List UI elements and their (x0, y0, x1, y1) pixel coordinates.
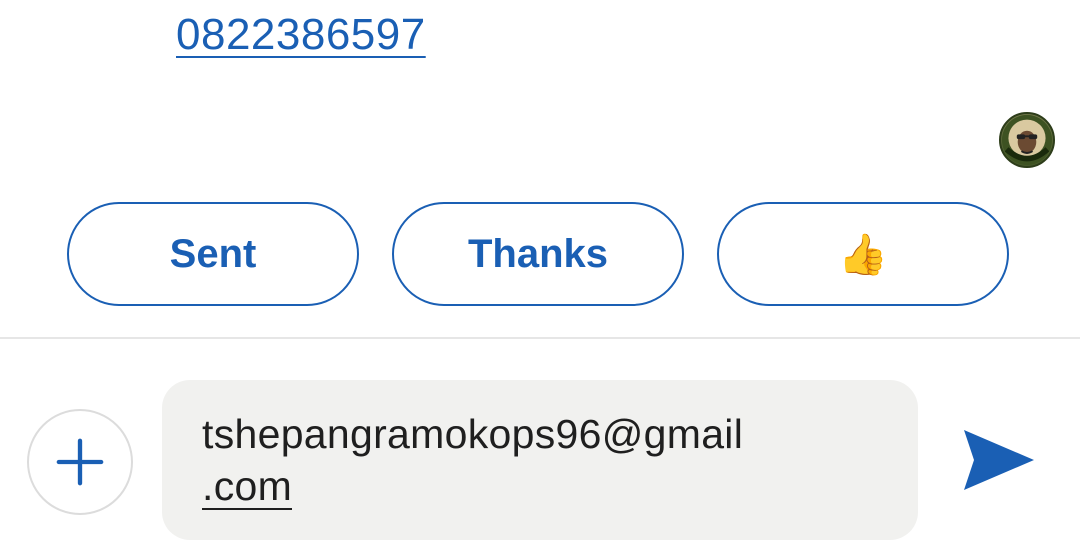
send-icon (964, 430, 1034, 490)
contact-avatar[interactable] (999, 112, 1055, 168)
quick-reply-label: Sent (169, 231, 257, 276)
phone-number-link[interactable]: 0822386597 (176, 10, 426, 60)
plus-icon (56, 438, 104, 486)
message-text-line2: .com (202, 463, 293, 510)
message-input[interactable]: tshepangramokops96@gmail .com (162, 380, 918, 540)
quick-reply-label: Thanks (467, 231, 609, 276)
send-button[interactable] (958, 424, 1038, 496)
avatar-face-icon (1001, 114, 1053, 166)
attach-button[interactable] (27, 409, 133, 515)
message-text-line1: tshepangramokops96@gmail (202, 411, 744, 457)
quick-reply-thumbs-up[interactable]: 👍 (717, 202, 1009, 306)
quick-reply-sent[interactable]: Sent (67, 202, 359, 306)
quick-reply-thanks[interactable]: Thanks (392, 202, 684, 306)
divider (0, 337, 1080, 339)
message-input-text[interactable]: tshepangramokops96@gmail .com (202, 408, 892, 512)
thumbs-up-icon: 👍 (838, 232, 888, 277)
